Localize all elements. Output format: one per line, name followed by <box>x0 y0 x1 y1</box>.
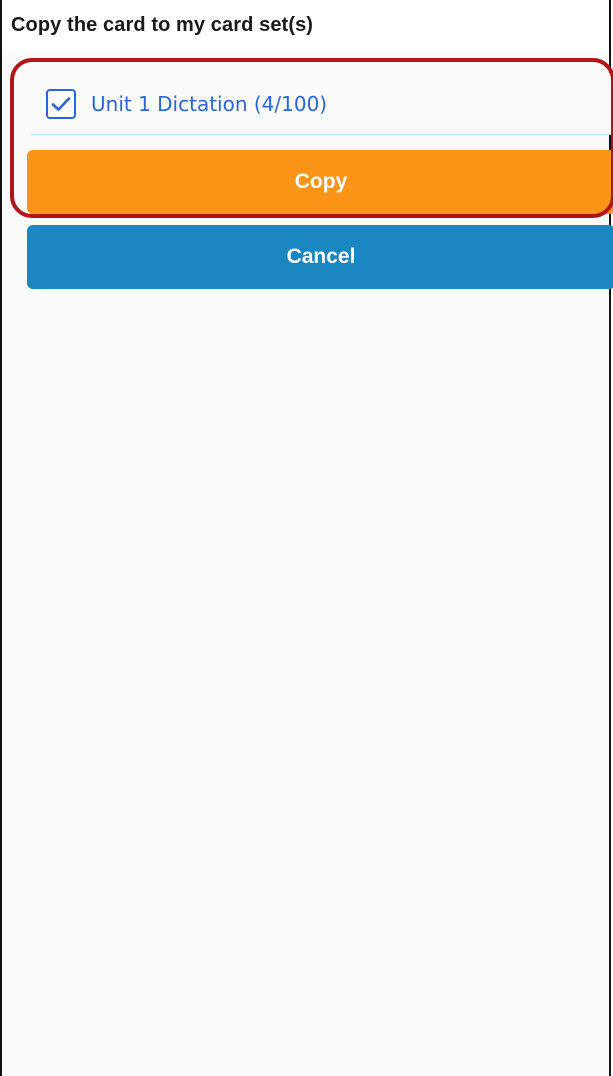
dialog-title: Copy the card to my card set(s) <box>11 13 314 36</box>
copy-button[interactable]: Copy <box>27 150 613 214</box>
copy-card-screen: Copy the card to my card set(s) Unit 1 D… <box>0 0 613 1076</box>
check-icon <box>51 96 71 111</box>
card-set-label: Unit 1 Dictation (4/100) <box>91 91 328 116</box>
card-set-item[interactable]: Unit 1 Dictation (4/100) <box>31 73 613 135</box>
card-set-checkbox[interactable] <box>46 88 76 119</box>
cancel-button[interactable]: Cancel <box>27 225 613 289</box>
